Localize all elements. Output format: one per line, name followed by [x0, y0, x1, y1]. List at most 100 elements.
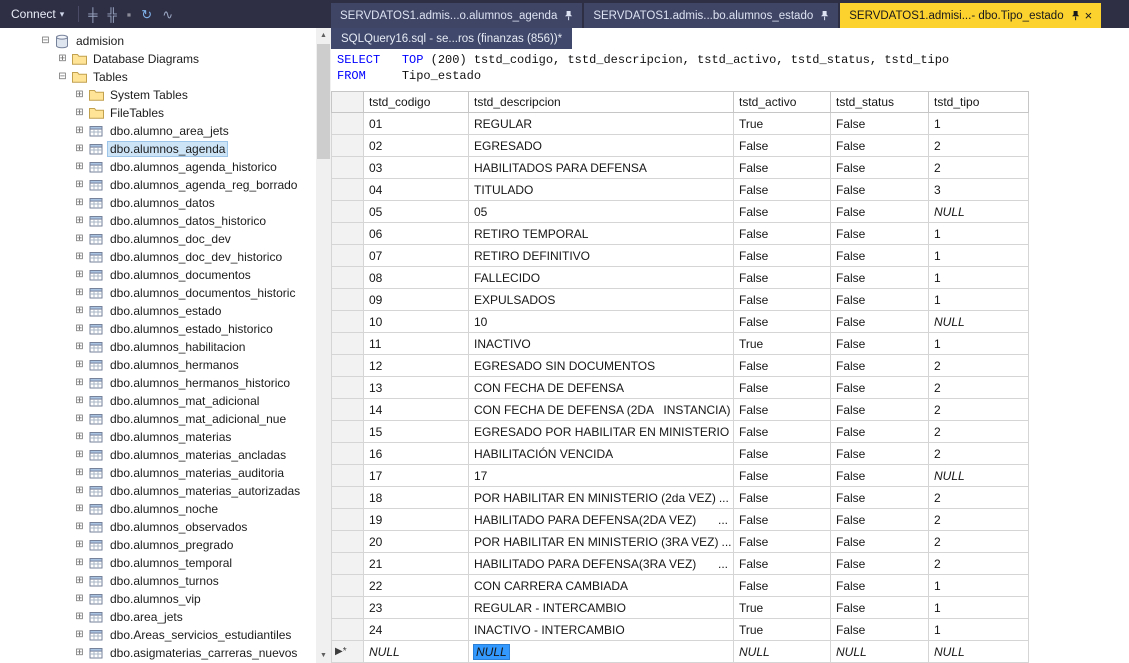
tree-item-dbo-alumnos-estado[interactable]: ⊞ dbo.alumnos_estado: [0, 302, 316, 320]
expand-box-icon[interactable]: ⊞: [74, 432, 85, 442]
grid-cell-codigo[interactable]: 18: [364, 487, 469, 509]
grid-cell-codigo[interactable]: 08: [364, 267, 469, 289]
tree-item-dbo-alumnos-documentos[interactable]: ⊞ dbo.alumnos_documentos: [0, 266, 316, 284]
row-header[interactable]: [331, 377, 364, 399]
grid-cell-tipo[interactable]: NULL: [929, 201, 1029, 223]
expand-box-icon[interactable]: ⊞: [74, 468, 85, 478]
grid-cell-activo[interactable]: NULL: [734, 641, 831, 663]
grid-cell-descripcion[interactable]: HABILITACIÓN VENCIDA: [469, 443, 734, 465]
grid-cell-descripcion[interactable]: 10: [469, 311, 734, 333]
grid-cell-codigo[interactable]: 07: [364, 245, 469, 267]
grid-cell-codigo[interactable]: 09: [364, 289, 469, 311]
grid-cell-descripcion[interactable]: NULL: [469, 641, 734, 663]
grid-cell-descripcion[interactable]: REGULAR - INTERCAMBIO: [469, 597, 734, 619]
grid-cell-descripcion[interactable]: INACTIVO - INTERCAMBIO: [469, 619, 734, 641]
grid-cell-tipo[interactable]: 1: [929, 619, 1029, 641]
tree-item-dbo-alumnos-documentos-historic[interactable]: ⊞ dbo.alumnos_documentos_historic: [0, 284, 316, 302]
tree-item-dbo-alumnos-materias[interactable]: ⊞ dbo.alumnos_materias: [0, 428, 316, 446]
grid-cell-codigo[interactable]: NULL: [364, 641, 469, 663]
grid-cell-tipo[interactable]: 1: [929, 333, 1029, 355]
grid-cell-descripcion[interactable]: POR HABILITAR EN MINISTERIO (3RA VEZ)...: [469, 531, 734, 553]
row-header[interactable]: [331, 509, 364, 531]
grid-cell-status[interactable]: False: [831, 201, 929, 223]
expand-box-icon[interactable]: ⊞: [74, 324, 85, 334]
grid-cell-tipo[interactable]: 2: [929, 443, 1029, 465]
grid-cell-tipo[interactable]: 1: [929, 113, 1029, 135]
tree-item-database-diagrams[interactable]: ⊞ Database Diagrams: [0, 50, 316, 68]
row-header[interactable]: [331, 201, 364, 223]
expand-box-icon[interactable]: ⊞: [74, 630, 85, 640]
grid-cell-tipo[interactable]: 2: [929, 157, 1029, 179]
grid-cell-descripcion[interactable]: 17: [469, 465, 734, 487]
grid-cell-codigo[interactable]: 02: [364, 135, 469, 157]
grid-cell-tipo[interactable]: 1: [929, 289, 1029, 311]
grid-cell-codigo[interactable]: 15: [364, 421, 469, 443]
row-header[interactable]: [331, 597, 364, 619]
grid-cell-activo[interactable]: False: [734, 377, 831, 399]
grid-cell-tipo[interactable]: 2: [929, 487, 1029, 509]
grid-cell-status[interactable]: False: [831, 575, 929, 597]
grid-cell-descripcion[interactable]: CON FECHA DE DEFENSA (2DA INSTANCIA)...: [469, 399, 734, 421]
grid-cell-descripcion[interactable]: EGRESADO SIN DOCUMENTOS: [469, 355, 734, 377]
scrollbar-thumb[interactable]: [317, 44, 330, 159]
grid-cell-codigo[interactable]: 14: [364, 399, 469, 421]
grid-cell-activo[interactable]: False: [734, 135, 831, 157]
expand-box-icon[interactable]: ⊞: [57, 54, 68, 64]
tree-item-dbo-alumnos-hermanos-historico[interactable]: ⊞ dbo.alumnos_hermanos_historico: [0, 374, 316, 392]
row-header[interactable]: [331, 289, 364, 311]
row-header[interactable]: [331, 531, 364, 553]
tree-item-dbo-alumnos-agenda-historico[interactable]: ⊞ dbo.alumnos_agenda_historico: [0, 158, 316, 176]
grid-cell-activo[interactable]: False: [734, 553, 831, 575]
grid-cell-status[interactable]: False: [831, 311, 929, 333]
grid-cell-descripcion[interactable]: RETIRO DEFINITIVO: [469, 245, 734, 267]
expand-box-icon[interactable]: ⊞: [74, 522, 85, 532]
grid-cell-descripcion[interactable]: CON CARRERA CAMBIADA: [469, 575, 734, 597]
grid-cell-activo[interactable]: False: [734, 223, 831, 245]
grid-cell-activo[interactable]: False: [734, 575, 831, 597]
expand-box-icon[interactable]: ⊞: [74, 90, 85, 100]
row-header[interactable]: [331, 223, 364, 245]
grid-cell-activo[interactable]: True: [734, 113, 831, 135]
grid-cell-codigo[interactable]: 24: [364, 619, 469, 641]
refresh-icon[interactable]: ↻: [141, 8, 152, 21]
tree-item-dbo-area-jets[interactable]: ⊞ dbo.area_jets: [0, 608, 316, 626]
expand-box-icon[interactable]: ⊞: [74, 126, 85, 136]
expand-box-icon[interactable]: ⊞: [74, 270, 85, 280]
row-header[interactable]: [331, 575, 364, 597]
expand-box-icon[interactable]: ⊞: [74, 612, 85, 622]
tree-item-dbo-alumnos-doc-dev-historico[interactable]: ⊞ dbo.alumnos_doc_dev_historico: [0, 248, 316, 266]
column-header-tstd-codigo[interactable]: tstd_codigo: [364, 91, 469, 113]
expand-box-icon[interactable]: ⊞: [74, 648, 85, 658]
grid-cell-tipo[interactable]: 2: [929, 531, 1029, 553]
tree-item-dbo-asigmaterias-carreras-nuevos[interactable]: ⊞ dbo.asigmaterias_carreras_nuevos: [0, 644, 316, 662]
expand-box-icon[interactable]: ⊞: [74, 558, 85, 568]
new-row-indicator[interactable]: ▶*: [331, 641, 364, 663]
grid-cell-activo[interactable]: False: [734, 399, 831, 421]
column-header-tstd-descripcion[interactable]: tstd_descripcion: [469, 91, 734, 113]
expand-box-icon[interactable]: ⊞: [74, 486, 85, 496]
expand-box-icon[interactable]: ⊞: [74, 414, 85, 424]
tree-item-dbo-alumnos-turnos[interactable]: ⊞ dbo.alumnos_turnos: [0, 572, 316, 590]
grid-cell-codigo[interactable]: 16: [364, 443, 469, 465]
grid-cell-activo[interactable]: True: [734, 333, 831, 355]
grid-cell-status[interactable]: False: [831, 619, 929, 641]
grid-cell-status[interactable]: False: [831, 465, 929, 487]
grid-cell-activo[interactable]: False: [734, 311, 831, 333]
tree-item-dbo-alumnos-materias-ancladas[interactable]: ⊞ dbo.alumnos_materias_ancladas: [0, 446, 316, 464]
tree-item-dbo-alumnos-mat-adicional-nue[interactable]: ⊞ dbo.alumnos_mat_adicional_nue: [0, 410, 316, 428]
pin-icon[interactable]: [1071, 10, 1080, 21]
grid-cell-codigo[interactable]: 23: [364, 597, 469, 619]
grid-cell-tipo[interactable]: NULL: [929, 465, 1029, 487]
detach-plug-icon[interactable]: ╬: [107, 8, 116, 21]
grid-cell-codigo[interactable]: 22: [364, 575, 469, 597]
row-header[interactable]: [331, 157, 364, 179]
grid-cell-activo[interactable]: False: [734, 157, 831, 179]
grid-cell-status[interactable]: False: [831, 245, 929, 267]
grid-cell-activo[interactable]: False: [734, 421, 831, 443]
close-icon[interactable]: ×: [1085, 8, 1093, 23]
grid-cell-codigo[interactable]: 01: [364, 113, 469, 135]
collapse-box-icon[interactable]: ⊟: [57, 72, 68, 82]
grid-cell-descripcion[interactable]: TITULADO: [469, 179, 734, 201]
expand-box-icon[interactable]: ⊞: [74, 144, 85, 154]
tree-item-dbo-alumnos-habilitacion[interactable]: ⊞ dbo.alumnos_habilitacion: [0, 338, 316, 356]
